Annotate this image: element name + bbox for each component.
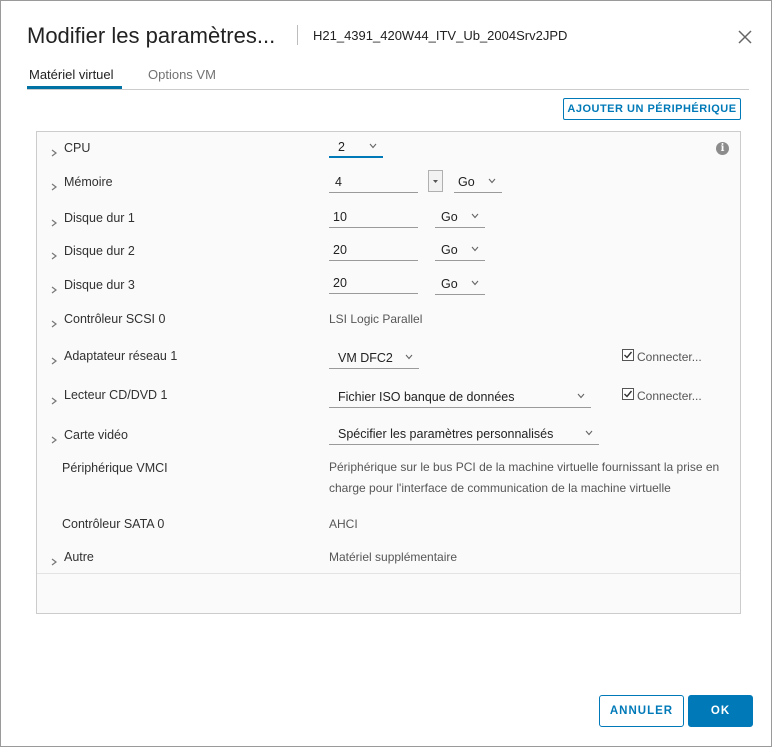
other-description: Matériel supplémentaire [329,550,458,564]
chevron-right-icon[interactable] [50,178,58,191]
active-tab-indicator [27,86,122,89]
chevron-down-icon [471,246,479,252]
row-disk-2: Disque dur 2 20 Go [37,234,740,268]
row-label: Disque dur 1 [64,211,135,225]
title-separator [297,25,298,45]
chevron-right-icon[interactable] [50,392,58,405]
hardware-grid: CPU 2 i Mémoire 4 Go Disque dur 1 10 Go … [36,131,741,614]
cancel-button[interactable]: ANNULER [599,695,684,727]
row-label: Disque dur 2 [64,244,135,258]
tab-bar: Matériel virtuel Options VM [27,61,749,90]
tab-vm-options[interactable]: Options VM [148,67,216,82]
chevron-down-icon [471,213,479,219]
chevron-right-icon[interactable] [50,144,58,157]
chevron-down-icon [471,280,479,286]
chevron-down-icon [405,354,413,360]
row-memory: Mémoire 4 Go [37,164,740,202]
row-label: Contrôleur SATA 0 [62,517,165,531]
vmci-description: Périphérique sur le bus PCI de la machin… [329,460,720,495]
row-label: Lecteur CD/DVD 1 [64,388,168,402]
disk-3-unit-select[interactable]: Go [435,275,485,295]
memory-dropdown-button[interactable] [428,170,443,192]
chevron-right-icon[interactable] [50,431,58,444]
close-icon[interactable] [737,29,753,45]
chevron-right-icon[interactable] [50,214,58,227]
memory-unit-select[interactable]: Go [454,173,502,193]
row-label: Carte vidéo [64,428,128,442]
row-network-adapter: Adaptateur réseau 1 VM DFC2 Connecter... [37,338,740,379]
network-connect-checkbox[interactable] [622,349,634,361]
disk-1-unit-select[interactable]: Go [435,208,485,228]
chevron-down-icon [369,143,377,149]
chevron-right-icon[interactable] [50,315,58,328]
cpu-select[interactable]: 2 [329,138,383,158]
network-connect-label[interactable]: Connecter... [637,350,702,364]
row-disk-3: Disque dur 3 20 Go [37,267,740,302]
row-cd-dvd: Lecteur CD/DVD 1 Fichier ISO banque de d… [37,378,740,419]
row-vmci-device: Périphérique VMCI Périphérique sur le bu… [37,452,740,508]
row-label: Autre [64,550,94,564]
edit-settings-dialog: Modifier les paramètres... H21_4391_420W… [0,0,772,747]
cpu-value: 2 [338,140,345,154]
row-sata-controller: Contrôleur SATA 0 AHCI [37,507,740,541]
chevron-right-icon[interactable] [50,352,58,365]
row-label: Contrôleur SCSI 0 [64,312,166,326]
row-cpu: CPU 2 i [37,132,740,165]
memory-input[interactable]: 4 [329,173,418,193]
row-label: Adaptateur réseau 1 [64,349,178,363]
disk-2-unit-select[interactable]: Go [435,241,485,261]
vm-name: H21_4391_420W44_ITV_Ub_2004Srv2JPD [313,28,568,43]
dialog-title: Modifier les paramètres... [27,23,276,48]
row-label: CPU [64,141,91,155]
cd-dvd-connect-label[interactable]: Connecter... [637,389,702,403]
chevron-right-icon[interactable] [50,247,58,260]
disk-1-size-input[interactable]: 10 [329,208,418,228]
disk-3-size-input[interactable]: 20 [329,274,418,294]
row-scsi-controller: Contrôleur SCSI 0 LSI Logic Parallel [37,301,740,339]
chevron-down-icon [577,393,585,399]
sata-type: AHCI [329,517,358,531]
chevron-right-icon[interactable] [50,281,58,294]
ok-button[interactable]: OK [688,695,753,727]
row-disk-1: Disque dur 1 10 Go [37,201,740,235]
tab-virtual-hardware[interactable]: Matériel virtuel [29,67,114,82]
row-video-card: Carte vidéo Spécifier les paramètres per… [37,418,740,453]
scsi-type: LSI Logic Parallel [329,312,423,326]
network-select[interactable]: VM DFC2 [329,349,419,369]
row-label: Disque dur 3 [64,278,135,292]
row-label: Périphérique VMCI [62,461,168,475]
cd-dvd-connect-checkbox[interactable] [622,388,634,400]
disk-2-size-input[interactable]: 20 [329,241,418,261]
chevron-down-icon [488,178,496,184]
chevron-down-icon [585,430,593,436]
info-icon[interactable]: i [716,142,729,155]
chevron-right-icon[interactable] [50,553,58,566]
row-label: Mémoire [64,175,113,189]
cd-dvd-select[interactable]: Fichier ISO banque de données [329,388,591,408]
video-card-select[interactable]: Spécifier les paramètres personnalisés [329,425,599,445]
add-device-button[interactable]: AJOUTER UN PÉRIPHÉRIQUE [563,98,741,120]
row-other: Autre Matériel supplémentaire [37,540,740,574]
